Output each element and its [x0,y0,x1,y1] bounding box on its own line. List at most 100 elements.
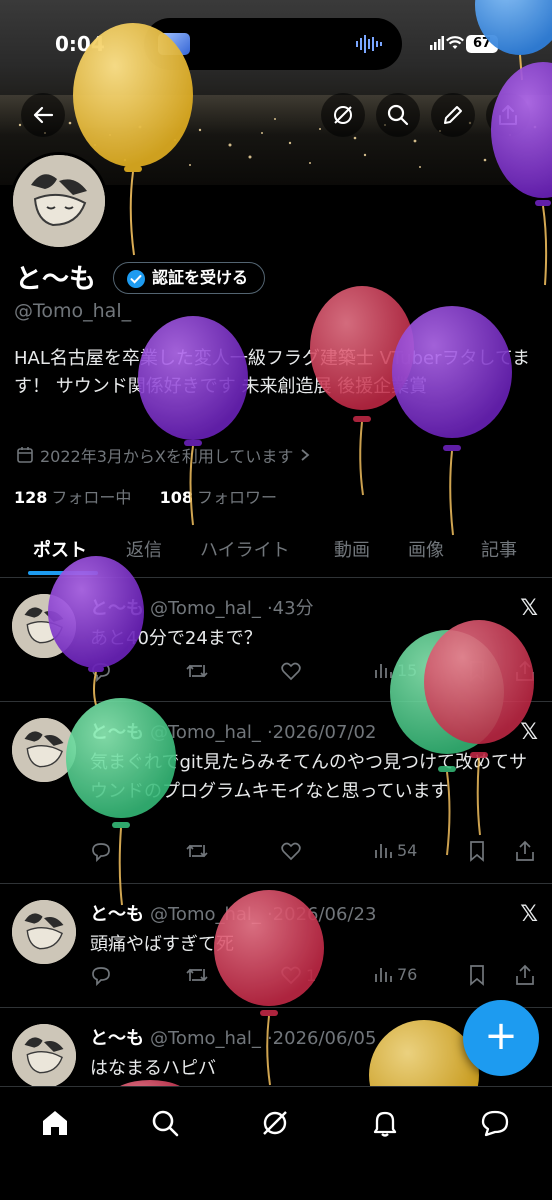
status-time: 0:04 [55,32,105,56]
heart-icon [281,966,301,985]
post-header: と〜も @Tomo_hal_ ·2026/06/23 [90,900,376,926]
tab-articles[interactable]: 記事 [481,536,517,562]
reply-icon [92,843,110,862]
repost-button[interactable] [185,840,209,862]
views-count: 76 [397,964,418,984]
post-time: 2026/07/02 [272,722,377,743]
dynamic-island[interactable] [144,18,402,70]
bookmark-icon [470,965,484,986]
audio-wave-icon [356,35,382,53]
post-avatar[interactable] [12,900,76,964]
now-playing-thumbnail [158,33,190,55]
post-author-name[interactable]: と〜も [90,598,144,619]
get-verified-button[interactable]: 認証を受ける [113,262,266,294]
post-author-name[interactable]: と〜も [90,1028,144,1049]
bottom-navigation [0,1086,552,1200]
post-header: と〜も @Tomo_hal_ ·2026/07/02 [90,718,376,744]
get-verified-label: 認証を受ける [152,268,249,287]
battery-indicator: 67 [466,35,498,53]
repost-icon [186,844,208,858]
avatar-illustration [12,900,76,964]
like-button[interactable] [280,840,302,862]
bookmark-button[interactable] [468,660,486,682]
search-button[interactable] [376,93,420,137]
post-header: と〜も @Tomo_hal_ ·43分 [90,594,314,620]
post-author-handle: @Tomo_hal_ [150,722,261,743]
share-button[interactable] [514,964,536,986]
avatar-illustration [12,718,76,782]
post-avatar[interactable] [12,1024,76,1088]
grok-icon [263,1111,287,1135]
like-button[interactable]: 1 [280,964,316,986]
chevron-right-icon[interactable] [299,448,311,462]
reply-icon [92,663,110,682]
repost-button[interactable] [185,660,209,682]
avatar-illustration [12,594,76,658]
views-icon [375,664,392,678]
nav-notifications[interactable] [365,1103,405,1143]
x-logo-icon: 𝕏 [520,596,538,621]
reply-button[interactable] [90,964,112,986]
pencil-icon [444,106,462,124]
nav-grok[interactable] [255,1103,295,1143]
post-actions: 15 [90,660,540,684]
back-button[interactable] [21,93,65,137]
avatar-illustration [13,155,105,247]
bookmark-button[interactable] [468,840,486,862]
post-item[interactable]: と〜も @Tomo_hal_ ·2026/06/23 𝕏 頭痛やばすぎて死 1 76 [0,884,552,1008]
views-button[interactable]: 76 [373,964,417,984]
following-link[interactable]: 128 フォロー中 [14,488,131,507]
post-author-name[interactable]: と〜も [90,722,144,743]
balloon [392,306,512,536]
tab-images[interactable]: 画像 [408,536,444,562]
search-icon [387,104,409,126]
bookmark-button[interactable] [468,964,486,986]
repost-icon [186,664,208,678]
post-author-handle: @Tomo_hal_ [150,598,261,619]
post-item[interactable]: と〜も @Tomo_hal_ ·43分 𝕏 あと40分で24まで？ 15 [0,578,552,702]
tab-posts[interactable]: ポスト [33,536,87,562]
x-logo-icon: 𝕏 [520,902,538,927]
cellular-signal-icon [430,36,444,50]
reply-button[interactable] [90,660,112,682]
views-count: 15 [397,660,418,680]
tab-replies[interactable]: 返信 [126,536,162,562]
nav-home[interactable] [35,1103,75,1143]
like-button[interactable] [280,660,302,682]
post-header: と〜も @Tomo_hal_ ·2026/06/05 [90,1024,376,1050]
profile-tabs: ポスト 返信 ハイライト 動画 画像 記事 [0,528,552,578]
share-icon [516,964,534,985]
profile-name: と〜も [15,264,96,295]
share-button[interactable] [514,660,536,682]
post-avatar[interactable] [12,594,76,658]
views-icon [375,968,392,982]
followers-link[interactable]: 108 フォロワー [160,488,277,507]
nav-search[interactable] [145,1103,185,1143]
profile-avatar[interactable] [10,152,108,250]
joined-text: 2022年3月からXを利用しています [40,447,294,466]
post-text: 頭痛やばすぎて死 [90,934,234,955]
views-button[interactable]: 54 [373,840,417,860]
tab-videos[interactable]: 動画 [334,536,370,562]
post-text: あと40分で24まで？ [90,628,262,649]
nav-messages[interactable] [475,1103,515,1143]
post-item[interactable]: と〜も @Tomo_hal_ ·2026/07/02 𝕏 気まぐれでgit見たらみそ… [0,702,552,884]
reply-button[interactable] [90,840,112,862]
following-count: 128 [14,488,48,507]
calendar-icon [17,447,33,463]
post-avatar[interactable] [12,718,76,782]
bell-icon [373,1111,397,1137]
grok-button[interactable] [321,93,365,137]
heart-icon [281,662,301,681]
edit-button[interactable] [431,93,475,137]
post-author-name[interactable]: と〜も [90,904,144,925]
share-profile-button[interactable] [486,93,530,137]
post-author-handle: @Tomo_hal_ [150,904,261,925]
message-icon [481,1110,509,1137]
views-button[interactable]: 15 [373,660,417,680]
share-button[interactable] [514,840,536,862]
repost-button[interactable] [185,964,209,986]
compose-post-button[interactable]: + [463,1000,539,1076]
share-icon [499,105,517,125]
tab-highlights[interactable]: ハイライト [200,536,290,562]
